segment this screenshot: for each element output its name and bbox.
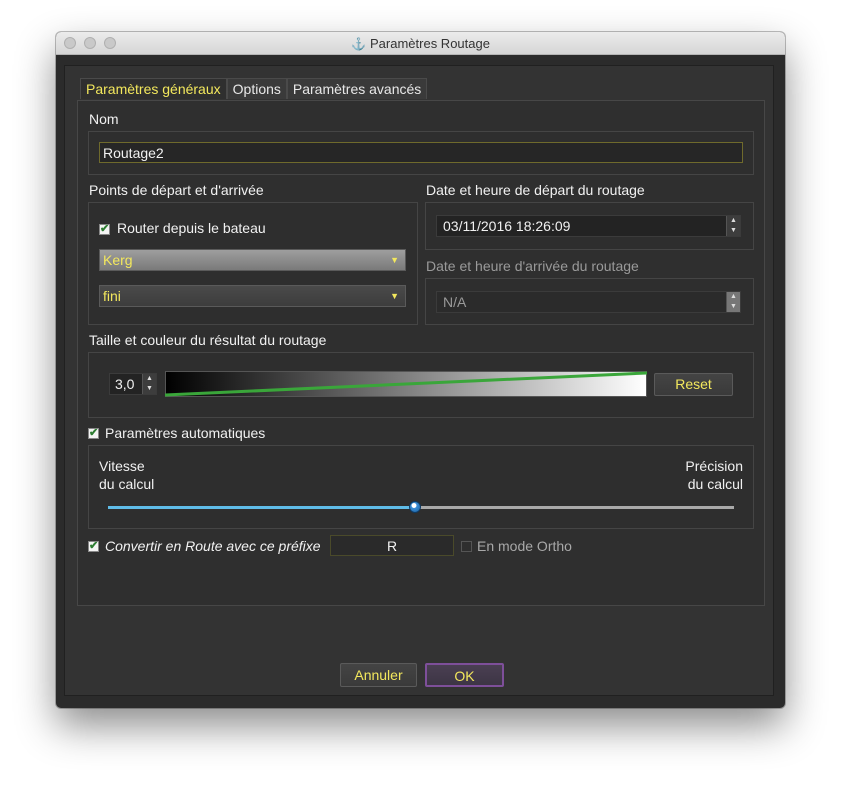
spin-down-icon: ▼: [730, 303, 737, 310]
arrival-datetime-value: N/A: [443, 294, 467, 310]
check-icon: ✔: [89, 427, 99, 439]
ok-button[interactable]: OK: [425, 663, 504, 687]
reset-button[interactable]: Reset: [654, 373, 733, 396]
check-icon: ✔: [89, 540, 99, 552]
start-point-value: Kerg: [103, 252, 133, 268]
route-prefix-input[interactable]: [330, 535, 454, 556]
tab-bar: Paramètres généraux Options Paramètres a…: [80, 78, 428, 99]
spin-up-icon: ▲: [730, 293, 737, 300]
route-line-preview: [165, 371, 647, 397]
speed-label-line2: du calcul: [99, 476, 155, 492]
departure-label: Date et heure de départ du routage: [426, 182, 645, 198]
chevron-down-icon: ▼: [390, 291, 399, 301]
arrival-group: N/A ▲ ▼: [425, 278, 754, 325]
departure-datetime-value: 03/11/2016 18:26:09: [443, 218, 571, 234]
name-label: Nom: [89, 111, 119, 127]
departure-spin-buttons[interactable]: ▲ ▼: [726, 216, 740, 236]
precision-label-line2: du calcul: [687, 476, 743, 492]
arrival-datetime-input: N/A ▲ ▼: [436, 291, 741, 313]
departure-group: 03/11/2016 18:26:09 ▲ ▼: [425, 202, 754, 250]
window-title-text: Paramètres Routage: [370, 36, 490, 51]
ortho-mode-label: En mode Ortho: [477, 538, 572, 554]
slider-handle[interactable]: [409, 501, 421, 513]
line-color-preview[interactable]: [165, 371, 647, 397]
precision-label-line1: Précision: [685, 458, 743, 474]
points-group: ✔ Router depuis le bateau Kerg ▼ fini ▼: [88, 202, 418, 325]
slider-fill: [108, 506, 415, 509]
spin-up-icon[interactable]: ▲: [143, 374, 156, 384]
points-label: Points de départ et d'arrivée: [89, 182, 264, 198]
name-group: [88, 131, 754, 175]
end-point-value: fini: [103, 288, 121, 304]
tab-general-settings[interactable]: Paramètres généraux: [80, 78, 227, 99]
line-size-spin-buttons[interactable]: ▲ ▼: [142, 374, 156, 394]
auto-params-label: Paramètres automatiques: [105, 425, 266, 441]
result-style-group: 3,0 ▲ ▼ Reset: [88, 352, 754, 418]
ortho-mode-checkbox[interactable]: [461, 541, 472, 552]
routing-settings-dialog: ⚓ Paramètres Routage Paramètres généraux …: [56, 32, 785, 708]
departure-datetime-input[interactable]: 03/11/2016 18:26:09 ▲ ▼: [436, 215, 741, 237]
window-title: ⚓ Paramètres Routage: [56, 36, 785, 51]
general-settings-panel: Nom Points de départ et d'arrivée ✔ Rout…: [77, 100, 765, 606]
anchor-icon: ⚓: [351, 37, 366, 51]
slider-track: [415, 506, 734, 509]
title-bar: ⚓ Paramètres Routage: [56, 32, 785, 55]
arrival-spin-buttons: ▲ ▼: [726, 292, 740, 312]
name-input[interactable]: [99, 142, 743, 163]
chevron-down-icon: ▼: [390, 255, 399, 265]
route-from-boat-label: Router depuis le bateau: [117, 220, 266, 236]
end-point-combo[interactable]: fini ▼: [99, 285, 406, 307]
speed-precision-group: Vitesse du calcul Précision du calcul: [88, 445, 754, 529]
speed-label-line1: Vitesse: [99, 458, 145, 474]
spin-up-icon[interactable]: ▲: [727, 216, 740, 226]
tab-advanced-settings[interactable]: Paramètres avancés: [286, 78, 428, 99]
dialog-body: Paramètres généraux Options Paramètres a…: [64, 65, 774, 696]
route-line: [165, 371, 647, 397]
auto-params-checkbox[interactable]: ✔: [88, 427, 99, 439]
check-icon: ✔: [100, 223, 110, 235]
speed-precision-slider[interactable]: [108, 501, 734, 515]
convert-route-checkbox[interactable]: ✔: [88, 540, 99, 552]
result-style-label: Taille et couleur du résultat du routage: [89, 332, 327, 348]
line-size-value: 3,0: [115, 376, 135, 392]
tab-options[interactable]: Options: [226, 78, 287, 99]
line-size-input[interactable]: 3,0 ▲ ▼: [109, 373, 157, 395]
spin-down-icon[interactable]: ▼: [727, 226, 740, 236]
spin-down-icon[interactable]: ▼: [143, 384, 156, 394]
arrival-label: Date et heure d'arrivée du routage: [426, 258, 639, 274]
start-point-combo[interactable]: Kerg ▼: [99, 249, 406, 271]
cancel-button[interactable]: Annuler: [340, 663, 417, 687]
convert-route-label: Convertir en Route avec ce préfixe: [105, 538, 321, 554]
route-from-boat-checkbox[interactable]: ✔: [99, 223, 110, 235]
